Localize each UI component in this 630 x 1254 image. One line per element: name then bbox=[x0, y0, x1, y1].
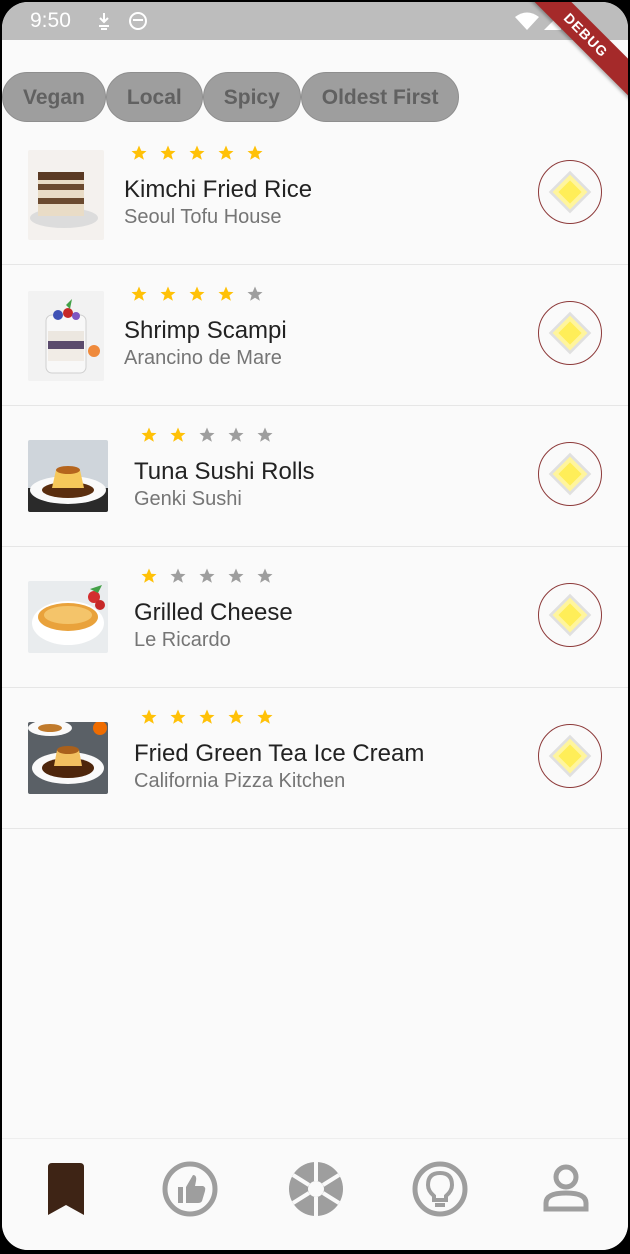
dish-photo-parfait bbox=[28, 291, 104, 381]
bookmark-icon[interactable] bbox=[36, 1159, 96, 1219]
restaurant-name: California Pizza Kitchen bbox=[134, 770, 346, 792]
status-time: 9:50 bbox=[30, 9, 71, 32]
dish-row[interactable]: Tuna Sushi Rolls Genki Sushi bbox=[2, 406, 628, 547]
star-icon bbox=[170, 427, 186, 442]
restaurant-name: Le Ricardo bbox=[134, 629, 231, 651]
star-icon bbox=[247, 286, 263, 301]
favorite-diamond-button[interactable] bbox=[538, 160, 602, 224]
star-icon bbox=[189, 145, 205, 160]
app-notification-icon bbox=[129, 12, 147, 30]
filter-chip-oldest-first[interactable]: Oldest First bbox=[300, 72, 460, 122]
star-icon bbox=[131, 145, 147, 160]
filter-chip-vegan[interactable]: Vegan bbox=[2, 72, 106, 122]
dish-photo-caramel-flan bbox=[28, 722, 108, 794]
lightbulb-icon[interactable] bbox=[410, 1159, 470, 1219]
favorite-diamond-button[interactable] bbox=[538, 301, 602, 365]
restaurant-name: Genki Sushi bbox=[134, 488, 242, 510]
favorite-diamond-button[interactable] bbox=[538, 724, 602, 788]
star-icon bbox=[189, 286, 205, 301]
star-icon bbox=[199, 709, 215, 724]
star-icon bbox=[160, 286, 176, 301]
star-icon bbox=[141, 427, 157, 442]
wifi-icon bbox=[515, 12, 539, 30]
star-icon bbox=[218, 286, 234, 301]
status-bar: 9:50 bbox=[2, 2, 628, 40]
dish-row[interactable]: Fried Green Tea Ice Cream California Piz… bbox=[2, 688, 628, 829]
favorite-diamond-button[interactable] bbox=[538, 442, 602, 506]
dish-photo-tiramisu bbox=[28, 150, 104, 240]
star-icon bbox=[228, 427, 244, 442]
app-screen: 9:50 DEBUG Vegan Local Spicy Oldest Firs… bbox=[2, 2, 628, 1250]
star-icon bbox=[131, 286, 147, 301]
star-icon bbox=[141, 709, 157, 724]
rating-stars bbox=[130, 144, 264, 162]
rating-stars bbox=[140, 426, 274, 444]
star-icon bbox=[170, 709, 186, 724]
dish-list: Kimchi Fried Rice Seoul Tofu House Shrim… bbox=[2, 124, 628, 829]
dish-row[interactable]: Shrimp Scampi Arancino de Mare bbox=[2, 265, 628, 406]
star-icon bbox=[257, 709, 273, 724]
dish-row[interactable]: Kimchi Fried Rice Seoul Tofu House bbox=[2, 124, 628, 265]
dish-name: Grilled Cheese bbox=[134, 599, 293, 626]
dish-photo-flan bbox=[28, 440, 108, 512]
download-icon bbox=[99, 13, 109, 30]
bottom-navigation bbox=[2, 1138, 628, 1250]
star-icon bbox=[199, 568, 215, 583]
dish-name: Tuna Sushi Rolls bbox=[134, 458, 315, 485]
camera-shutter-icon[interactable] bbox=[286, 1159, 346, 1219]
dish-name: Kimchi Fried Rice bbox=[124, 176, 313, 203]
filter-chip-spicy[interactable]: Spicy bbox=[202, 72, 301, 122]
star-icon bbox=[228, 568, 244, 583]
star-icon bbox=[199, 427, 215, 442]
dish-row[interactable]: Grilled Cheese Le Ricardo bbox=[2, 547, 628, 688]
favorite-diamond-button[interactable] bbox=[538, 583, 602, 647]
filter-chips: Vegan Local Spicy Oldest First bbox=[2, 72, 460, 124]
star-icon bbox=[160, 145, 176, 160]
star-icon bbox=[228, 709, 244, 724]
person-icon[interactable] bbox=[536, 1159, 596, 1219]
restaurant-name: Arancino de Mare bbox=[124, 347, 282, 369]
star-icon bbox=[170, 568, 186, 583]
restaurant-name: Seoul Tofu House bbox=[124, 206, 282, 228]
star-icon bbox=[257, 568, 273, 583]
dish-name: Fried Green Tea Ice Cream bbox=[134, 740, 425, 767]
dish-name: Shrimp Scampi bbox=[124, 317, 287, 344]
star-icon bbox=[247, 145, 263, 160]
star-icon bbox=[141, 568, 157, 583]
dish-photo-creme-brulee bbox=[28, 581, 108, 653]
thumb-up-icon[interactable] bbox=[160, 1159, 220, 1219]
rating-stars bbox=[130, 285, 264, 303]
filter-chip-local[interactable]: Local bbox=[105, 72, 203, 122]
rating-stars bbox=[140, 708, 274, 726]
star-icon bbox=[218, 145, 234, 160]
rating-stars bbox=[140, 567, 274, 585]
star-icon bbox=[257, 427, 273, 442]
